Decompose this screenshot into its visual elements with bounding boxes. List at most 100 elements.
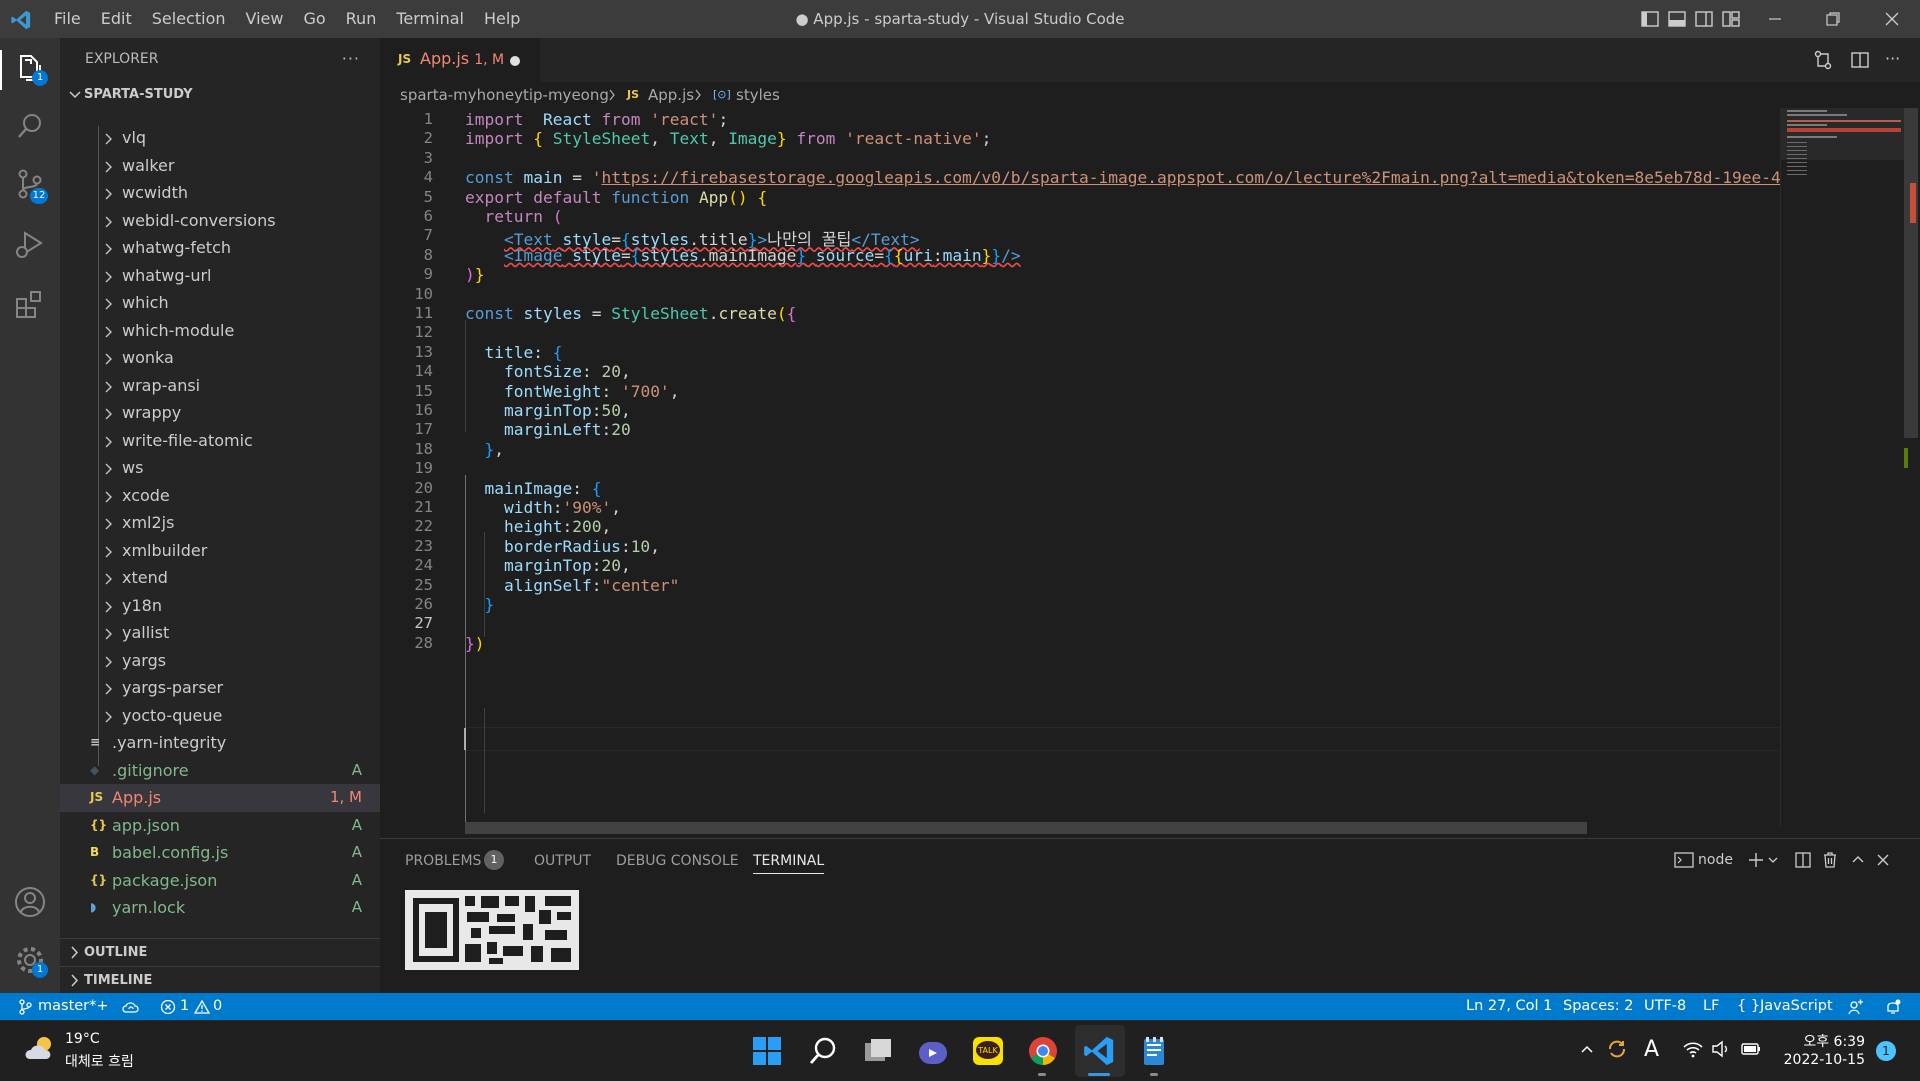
project-section-header[interactable]: SPARTA-STUDY	[60, 80, 380, 110]
tree-folder[interactable]: wonka	[60, 344, 380, 372]
toggle-panel-icon[interactable]	[1667, 9, 1687, 29]
tab-app-js[interactable]: JS App.js 1, M	[380, 38, 540, 82]
menu-go[interactable]: Go	[293, 0, 335, 38]
tree-file[interactable]: ◆ .gitignore A	[60, 757, 380, 785]
close-panel-icon[interactable]	[1873, 850, 1893, 870]
tree-file[interactable]: {} app.json A	[60, 812, 380, 840]
tab-terminal[interactable]: TERMINAL	[753, 853, 825, 874]
tree-folder[interactable]: wcwidth	[60, 179, 380, 207]
explorer-icon[interactable]: 1	[12, 50, 48, 86]
tree-folder[interactable]: vlq	[60, 124, 380, 152]
tab-problems[interactable]: PROBLEMS	[405, 853, 481, 869]
outline-section-header[interactable]: OUTLINE	[60, 939, 380, 966]
tree-folder[interactable]: xmlbuilder	[60, 537, 380, 565]
taskbar-search-icon[interactable]	[806, 1034, 840, 1068]
minimap-slider[interactable]	[1781, 108, 1905, 160]
live-share-feedback-icon[interactable]	[1847, 998, 1865, 1016]
wifi-icon[interactable]	[1682, 1040, 1704, 1058]
customize-layout-icon[interactable]	[1721, 9, 1741, 29]
tree-folder[interactable]: which-module	[60, 317, 380, 345]
maximize-panel-icon[interactable]	[1848, 850, 1868, 870]
menu-terminal[interactable]: Terminal	[386, 0, 474, 38]
chrome-icon[interactable]	[1026, 1034, 1060, 1068]
error-icon[interactable]	[160, 999, 176, 1015]
close-window-icon[interactable]	[1882, 9, 1902, 29]
tree-folder[interactable]: walker	[60, 152, 380, 180]
clock-time[interactable]: 오후 6:39	[1775, 1031, 1865, 1051]
menu-edit[interactable]: Edit	[91, 0, 142, 38]
split-editor-icon[interactable]	[1849, 49, 1871, 71]
minimize-icon[interactable]	[1765, 9, 1785, 29]
vertical-scrollbar[interactable]	[1904, 108, 1918, 826]
tree-file[interactable]: ≡ .yarn-integrity	[60, 729, 380, 757]
manage-gear-icon[interactable]: 1	[12, 942, 48, 978]
editor-more-actions-icon[interactable]: ···	[1885, 49, 1900, 68]
breadcrumb-symbol[interactable]: styles	[736, 82, 780, 108]
unsaved-dot-icon[interactable]	[510, 56, 520, 66]
tab-debug-console[interactable]: DEBUG CONSOLE	[616, 853, 739, 869]
windows-start-icon[interactable]	[750, 1034, 784, 1068]
menu-run[interactable]: Run	[336, 0, 387, 38]
weather-description[interactable]: 대체로 흐림	[65, 1051, 134, 1071]
code-editor[interactable]: 1 2 3 4 5 6 7 8 9 10 11 12 13 14 15 16 17 18 19 20 21 22 23 24 2…	[380, 108, 1780, 826]
cursor-position[interactable]: Ln 27, Col 1	[1466, 993, 1552, 1020]
breadcrumb-folder[interactable]: sparta-myhoneytip-myeong	[400, 82, 609, 108]
tree-folder[interactable]: which	[60, 289, 380, 317]
search-icon[interactable]	[12, 108, 48, 144]
timeline-section-header[interactable]: TIMELINE	[60, 966, 380, 994]
tree-folder[interactable]: yargs	[60, 647, 380, 675]
clock-date[interactable]: 2022-10-15	[1775, 1052, 1865, 1068]
toggle-secondary-sidebar-icon[interactable]	[1694, 9, 1714, 29]
input-method-indicator[interactable]: A	[1644, 1037, 1659, 1062]
language-mode[interactable]: JavaScript	[1760, 993, 1833, 1020]
notifications-bell-icon[interactable]	[1884, 998, 1902, 1016]
new-terminal-icon[interactable]	[1746, 850, 1766, 870]
notification-center-badge[interactable]: 1	[1876, 1041, 1896, 1061]
tree-file[interactable]: JS App.js 1, M	[60, 784, 380, 812]
tree-folder[interactable]: whatwg-url	[60, 262, 380, 290]
indentation[interactable]: Spaces: 2	[1563, 993, 1633, 1020]
warning-icon[interactable]	[194, 999, 210, 1015]
sync-cloud-icon[interactable]	[121, 999, 141, 1015]
chevron-down-icon[interactable]	[1766, 850, 1780, 870]
menu-selection[interactable]: Selection	[142, 0, 236, 38]
toggle-primary-sidebar-icon[interactable]	[1640, 9, 1660, 29]
menu-file[interactable]: File	[44, 0, 91, 38]
encoding[interactable]: UTF-8	[1644, 993, 1686, 1020]
tree-folder[interactable]: yallist	[60, 619, 380, 647]
tree-folder[interactable]: webidl-conversions	[60, 207, 380, 235]
minimap[interactable]	[1780, 108, 1905, 826]
tree-folder[interactable]: wrap-ansi	[60, 372, 380, 400]
tree-file[interactable]: Bbabel.config.js A	[60, 839, 380, 867]
restore-icon[interactable]	[1823, 9, 1843, 29]
split-terminal-icon[interactable]	[1793, 850, 1813, 870]
volume-icon[interactable]	[1711, 1040, 1731, 1058]
tree-folder[interactable]: xcode	[60, 482, 380, 510]
source-control-icon[interactable]: 12	[12, 166, 48, 204]
task-view-icon[interactable]	[861, 1034, 895, 1068]
tree-folder[interactable]: ws	[60, 454, 380, 482]
tree-folder[interactable]: y18n	[60, 592, 380, 620]
weather-cloud-sun-icon[interactable]	[24, 1033, 58, 1063]
tray-chevron-up-icon[interactable]	[1579, 1041, 1595, 1057]
terminal-name[interactable]: node	[1698, 852, 1733, 868]
more-actions-icon[interactable]: ···	[342, 38, 360, 80]
warning-count[interactable]: 0	[213, 993, 222, 1020]
horizontal-scrollbar[interactable]	[465, 822, 1587, 834]
open-changes-icon[interactable]	[1812, 49, 1834, 71]
tree-folder[interactable]: xtend	[60, 564, 380, 592]
tree-folder[interactable]: write-file-atomic	[60, 427, 380, 455]
weather-temperature[interactable]: 19°C	[65, 1031, 100, 1047]
trash-icon[interactable]	[1820, 850, 1840, 870]
tree-file[interactable]: {} package.json A	[60, 867, 380, 895]
git-branch[interactable]: master*+	[38, 993, 109, 1020]
menu-view[interactable]: View	[236, 0, 294, 38]
battery-icon[interactable]	[1740, 1040, 1762, 1058]
scrollbar-thumb[interactable]	[1904, 108, 1918, 438]
tree-folder[interactable]: xml2js	[60, 509, 380, 537]
vscode-taskbar-icon[interactable]	[1082, 1034, 1116, 1068]
tree-folder[interactable]: whatwg-fetch	[60, 234, 380, 262]
extensions-icon[interactable]	[12, 286, 48, 322]
end-of-line[interactable]: LF	[1703, 993, 1719, 1020]
error-count[interactable]: 1	[180, 993, 189, 1020]
